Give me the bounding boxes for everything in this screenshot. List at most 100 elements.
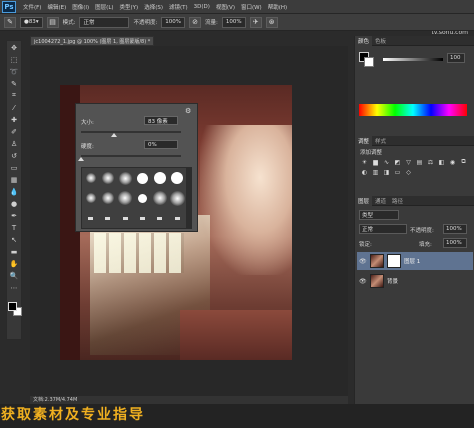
pressure-size-icon[interactable]: ⊛ [265, 16, 278, 28]
menu-file[interactable]: 文件(F) [20, 3, 44, 11]
curves-icon[interactable]: ∿ [382, 158, 391, 166]
brush-tip[interactable] [151, 208, 168, 228]
gradient-tool-icon[interactable]: ▦ [7, 174, 21, 185]
menu-window[interactable]: 窗口(W) [238, 3, 265, 11]
k-value-field[interactable]: 100 [447, 53, 465, 63]
brush-tip[interactable] [151, 168, 168, 188]
tab-channels[interactable]: 通道 [372, 197, 389, 205]
crop-tool-icon[interactable]: ⌗ [7, 90, 21, 101]
tab-swatches[interactable]: 色板 [372, 37, 389, 45]
eraser-tool-icon[interactable]: ▭ [7, 162, 21, 173]
blur-tool-icon[interactable]: 💧 [7, 186, 21, 197]
brush-tip[interactable] [169, 208, 186, 228]
brush-tip[interactable] [82, 168, 99, 188]
brush-grid-scrollbar[interactable] [186, 167, 192, 229]
brush-size-field[interactable]: 83 像素 [144, 116, 178, 125]
layer-opacity-field[interactable]: 100% [443, 224, 467, 234]
levels-icon[interactable]: ▆ [371, 158, 380, 166]
threshold-icon[interactable]: ◨ [382, 168, 391, 176]
brush-panel-toggle-icon[interactable]: ▤ [46, 16, 59, 28]
brush-tip[interactable] [151, 188, 168, 208]
hand-tool-icon[interactable]: ✋ [7, 258, 21, 269]
brush-tip[interactable] [117, 168, 134, 188]
healing-tool-icon[interactable]: ✚ [7, 114, 21, 125]
shape-tool-icon[interactable]: ▬ [7, 246, 21, 257]
color-spectrum[interactable] [359, 104, 467, 116]
menu-edit[interactable]: 编辑(E) [44, 3, 69, 11]
brush-hardness-field[interactable]: 0% [144, 140, 178, 149]
menu-select[interactable]: 选择(S) [141, 3, 166, 11]
eyedropper-tool-icon[interactable]: ⁄ [7, 102, 21, 113]
clone-stamp-tool-icon[interactable]: ♙ [7, 138, 21, 149]
move-tool-icon[interactable]: ✥ [7, 42, 21, 53]
layer-row-layer-1[interactable]: 👁 图层 1 [357, 252, 473, 270]
brush-hardness-slider[interactable] [78, 155, 181, 161]
quick-select-tool-icon[interactable]: ✎ [7, 78, 21, 89]
foreground-color-swatch[interactable] [8, 302, 17, 311]
menu-filter[interactable]: 滤镜(T) [166, 3, 191, 11]
pen-tool-icon[interactable]: ✒ [7, 210, 21, 221]
history-brush-tool-icon[interactable]: ↺ [7, 150, 21, 161]
k-slider[interactable] [383, 58, 443, 61]
menu-3d[interactable]: 3D(D) [191, 4, 213, 10]
brush-tip[interactable] [134, 208, 151, 228]
dodge-tool-icon[interactable]: ● [7, 198, 21, 209]
brush-size-slider[interactable] [81, 131, 181, 137]
brush-tool-icon[interactable]: ✎ [4, 16, 16, 28]
eye-icon[interactable]: 👁 [359, 278, 367, 285]
layer-blend-mode-select[interactable]: 正常 [359, 224, 407, 234]
brush-tip[interactable] [117, 208, 134, 228]
invert-icon[interactable]: ◐ [360, 168, 369, 176]
tab-paths[interactable]: 路径 [389, 197, 406, 205]
brush-tip[interactable] [134, 168, 151, 188]
tab-styles[interactable]: 样式 [372, 137, 389, 145]
brush-tip[interactable] [82, 188, 99, 208]
hue-saturation-icon[interactable]: ▤ [415, 158, 424, 166]
brush-tip[interactable] [117, 188, 134, 208]
exposure-icon[interactable]: ◩ [393, 158, 402, 166]
path-select-tool-icon[interactable]: ↖ [7, 234, 21, 245]
marquee-tool-icon[interactable]: ⬚ [7, 54, 21, 65]
brush-size-slider-thumb[interactable] [111, 133, 117, 137]
zoom-tool-icon[interactable]: 🔍 [7, 270, 21, 281]
tab-layers[interactable]: 图层 [355, 195, 373, 206]
menu-image[interactable]: 图像(I) [69, 3, 92, 11]
layer-row-background[interactable]: 👁 背景 [357, 272, 473, 290]
gradient-map-icon[interactable]: ▭ [393, 168, 402, 176]
pressure-opacity-icon[interactable]: ⊘ [189, 16, 202, 28]
menu-help[interactable]: 帮助(H) [265, 3, 290, 11]
brush-tip[interactable] [169, 168, 186, 188]
eye-icon[interactable]: 👁 [359, 258, 367, 265]
brush-tool-icon-side[interactable]: ✐ [7, 126, 21, 137]
tab-color[interactable]: 颜色 [355, 35, 373, 46]
airbrush-icon[interactable]: ✈ [249, 16, 262, 28]
brightness-icon[interactable]: ☀ [360, 158, 369, 166]
brush-tip[interactable] [169, 188, 186, 208]
gear-icon[interactable]: ⚙ [185, 107, 193, 115]
brush-preset-picker[interactable]: ● 83 ▾ [20, 16, 43, 28]
brush-tip[interactable] [134, 188, 151, 208]
menu-type[interactable]: 类型(Y) [117, 3, 142, 11]
vibrance-icon[interactable]: ▽ [404, 158, 413, 166]
document-tab[interactable]: jc1004272_1.jpg @ 100% (图层 1, 图层蒙版/8) * [30, 36, 154, 46]
more-tools-icon[interactable]: ⋯ [7, 282, 21, 293]
posterize-icon[interactable]: ▥ [371, 168, 380, 176]
brush-tip[interactable] [99, 168, 116, 188]
panel-background-swatch[interactable] [364, 57, 374, 67]
brush-tip[interactable] [82, 208, 99, 228]
layer-mask-thumbnail[interactable] [387, 254, 401, 268]
flow-input[interactable]: 100% [221, 16, 246, 28]
photo-filter-icon[interactable]: ◉ [448, 158, 457, 166]
brush-tip[interactable] [99, 208, 116, 228]
color-balance-icon[interactable]: ⚖ [426, 158, 435, 166]
black-white-icon[interactable]: ◧ [437, 158, 446, 166]
channel-mixer-icon[interactable]: ⧉ [459, 158, 468, 166]
layer-kind-filter[interactable]: 类型 [359, 210, 399, 220]
menu-view[interactable]: 视图(V) [213, 3, 238, 11]
menu-layer[interactable]: 图层(L) [92, 3, 116, 11]
selective-color-icon[interactable]: ◇ [404, 168, 413, 176]
opacity-input[interactable]: 100% [161, 16, 186, 28]
brush-hardness-slider-thumb[interactable] [78, 157, 84, 161]
mode-select[interactable]: 正常 [79, 16, 130, 28]
type-tool-icon[interactable]: T [7, 222, 21, 233]
